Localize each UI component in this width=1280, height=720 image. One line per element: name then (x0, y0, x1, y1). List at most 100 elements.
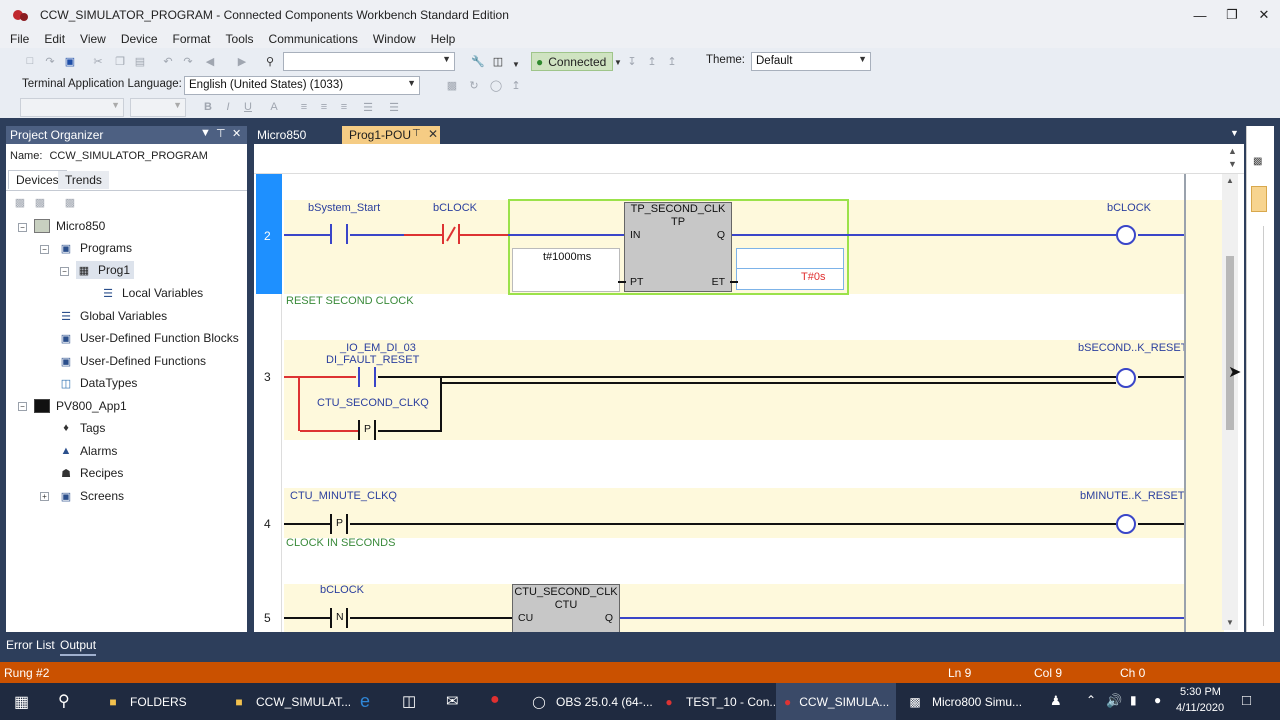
device-icon[interactable]: ◫ (490, 53, 506, 69)
menu-communications[interactable]: Communications (263, 32, 367, 46)
indent-icon[interactable]: ☰ (386, 99, 402, 115)
store-icon[interactable]: ◫ (402, 692, 416, 710)
edge-icon[interactable]: e (360, 691, 370, 712)
back-icon[interactable]: ◀ (202, 53, 218, 69)
clock-time[interactable]: 5:30 PM (1180, 686, 1221, 698)
collapse-micro850-icon[interactable]: − (18, 223, 27, 232)
new-icon[interactable]: □ (22, 53, 38, 69)
editor-vertical-scrollbar[interactable]: ▲ ▼ (1222, 174, 1238, 630)
tree-item-alarms[interactable]: ▲ Alarms (58, 442, 118, 460)
p-contact[interactable]: P (330, 514, 348, 534)
coil-bclock[interactable] (1116, 225, 1136, 245)
menu-help[interactable]: Help (425, 32, 465, 46)
expand-screens-icon[interactable]: + (40, 492, 49, 501)
tray-chevron-icon[interactable]: ⌃ (1086, 693, 1096, 707)
close-button[interactable]: ✕ (1248, 0, 1280, 30)
pin-icon[interactable]: ⊤ (216, 127, 226, 140)
side-tool-icon[interactable]: ▩ (1253, 156, 1262, 167)
taskbar-item-obs[interactable]: ◯ OBS 25.0.4 (64-... (530, 683, 652, 720)
scroll-down-icon[interactable]: ▼ (1226, 618, 1234, 627)
list-icon[interactable]: ☰ (360, 99, 376, 115)
tree-item-global-variables[interactable]: ☰ Global Variables (58, 307, 167, 325)
terminal-tool3-icon[interactable]: ↥ (508, 77, 524, 93)
n-contact[interactable]: N (330, 608, 348, 628)
pt-value-box[interactable]: t#1000ms (512, 248, 620, 292)
mail-icon[interactable]: ✉ (446, 692, 459, 710)
panel-dropdown-icon[interactable]: ▼ (200, 127, 211, 139)
collapse-prog1-icon[interactable]: − (60, 267, 69, 276)
menu-tools[interactable]: Tools (220, 32, 263, 46)
taskbar-item-folders[interactable]: ■ FOLDERS (104, 683, 186, 720)
volume-icon[interactable]: 🔊 (1106, 693, 1122, 709)
taskbar-item-ccw-folder[interactable]: ■ CCW_SIMULAT... (230, 683, 351, 720)
taskbar-item-micro800-sim[interactable]: ▩ Micro800 Simu... (906, 683, 1022, 720)
no-contact[interactable] (358, 367, 376, 387)
tree-item-micro850[interactable]: Micro850 (34, 217, 105, 235)
tab-list-dropdown-icon[interactable]: ▼ (1230, 128, 1239, 138)
tab-close-icon[interactable]: ✕ (428, 127, 438, 141)
terminal-tool-icon[interactable]: ▩ (444, 77, 460, 93)
minimize-button[interactable]: — (1184, 0, 1216, 30)
scroll-up-icon[interactable]: ▲ (1226, 176, 1234, 185)
menu-format[interactable]: Format (167, 32, 220, 46)
tab-error-list[interactable]: Error List (6, 638, 55, 652)
menu-edit[interactable]: Edit (38, 32, 74, 46)
copy-icon[interactable]: ❐ (112, 53, 128, 69)
organizer-tool3-icon[interactable]: ▩ (62, 194, 78, 210)
side-tab-toolbox[interactable] (1251, 186, 1267, 212)
align-left-icon[interactable]: ≡ (296, 99, 312, 115)
tree-item-datatypes[interactable]: ◫ DataTypes (58, 374, 138, 392)
collapse-pv800-icon[interactable]: − (18, 402, 27, 411)
organizer-tool2-icon[interactable]: ▩ (32, 194, 48, 210)
tree-item-recipes[interactable]: ☗ Recipes (58, 464, 123, 482)
paste-icon[interactable]: ▤ (132, 53, 148, 69)
clock-date[interactable]: 4/11/2020 (1176, 702, 1224, 714)
find-icon[interactable]: ⚲ (262, 53, 278, 69)
menu-device[interactable]: Device (115, 32, 167, 46)
redo-icon[interactable]: ↷ (180, 53, 196, 69)
tree-item-programs[interactable]: ▣ Programs (58, 239, 132, 257)
panel-close-icon[interactable]: ✕ (232, 127, 241, 140)
scroll-thumb[interactable] (1226, 256, 1234, 430)
upload-icon[interactable]: ↥ (644, 53, 660, 69)
tree-item-udf[interactable]: ▣ User-Defined Functions (58, 352, 206, 370)
cut-icon[interactable]: ✂ (90, 53, 106, 69)
tree-item-screens[interactable]: ▣ Screens (58, 487, 124, 505)
terminal-language-select[interactable]: English (United States) (1033) ▼ (184, 76, 420, 95)
rung-5[interactable] (284, 584, 1184, 632)
menu-view[interactable]: View (74, 32, 115, 46)
rung-4[interactable] (284, 488, 1184, 538)
organizer-tool1-icon[interactable]: ▩ (12, 194, 28, 210)
coil-bminute-reset[interactable] (1116, 514, 1136, 534)
tp-function-block[interactable]: TP_SECOND_CLK TP IN Q PT ET (624, 202, 732, 292)
tab-prog1-pou[interactable]: Prog1-POU (342, 126, 440, 144)
tab-output[interactable]: Output (60, 638, 97, 656)
download-icon[interactable]: ↧ (624, 53, 640, 69)
people-icon[interactable]: ♟ (1050, 693, 1062, 709)
font-size-select[interactable]: ▼ (130, 98, 186, 117)
network-icon[interactable]: ● (1154, 693, 1161, 707)
taskbar-item-ccw-simulator[interactable]: ● CCW_SIMULA... (776, 683, 896, 720)
font-color-icon[interactable]: A (266, 99, 282, 115)
toolbar-dropdown-icon[interactable]: ▼ (508, 56, 524, 72)
wrench-icon[interactable]: 🔧 (470, 53, 486, 69)
tree-item-udfb[interactable]: ▣ User-Defined Function Blocks (58, 329, 239, 347)
menu-window[interactable]: Window (367, 32, 425, 46)
terminal-tool2-icon[interactable]: ◯ (488, 77, 504, 93)
refresh-icon[interactable]: ↻ (466, 77, 482, 93)
align-center-icon[interactable]: ≡ (316, 99, 332, 115)
tab-trends[interactable]: Trends (58, 171, 109, 189)
bold-icon[interactable]: B (200, 99, 216, 115)
theme-select[interactable]: Default ▼ (751, 52, 871, 71)
restore-button[interactable]: ❐ (1216, 0, 1248, 30)
collapse-down-icon[interactable]: ▼ (1228, 159, 1237, 169)
opera-icon[interactable]: ● (490, 691, 500, 709)
tab-micro850[interactable]: Micro850 (250, 126, 313, 144)
connection-status-button[interactable]: ● Connected (531, 52, 613, 71)
tree-item-local-variables[interactable]: ☰ Local Variables (100, 284, 203, 302)
ladder-editor[interactable]: ▲ ▼ 2 bSystem_Start bCLOCK TP_SECOND_CLK… (254, 144, 1244, 632)
tree-item-tags[interactable]: ♦ Tags (58, 419, 105, 437)
align-right-icon[interactable]: ≡ (336, 99, 352, 115)
collapse-up-icon[interactable]: ▲ (1228, 146, 1237, 156)
open-icon[interactable]: ↷ (42, 53, 58, 69)
